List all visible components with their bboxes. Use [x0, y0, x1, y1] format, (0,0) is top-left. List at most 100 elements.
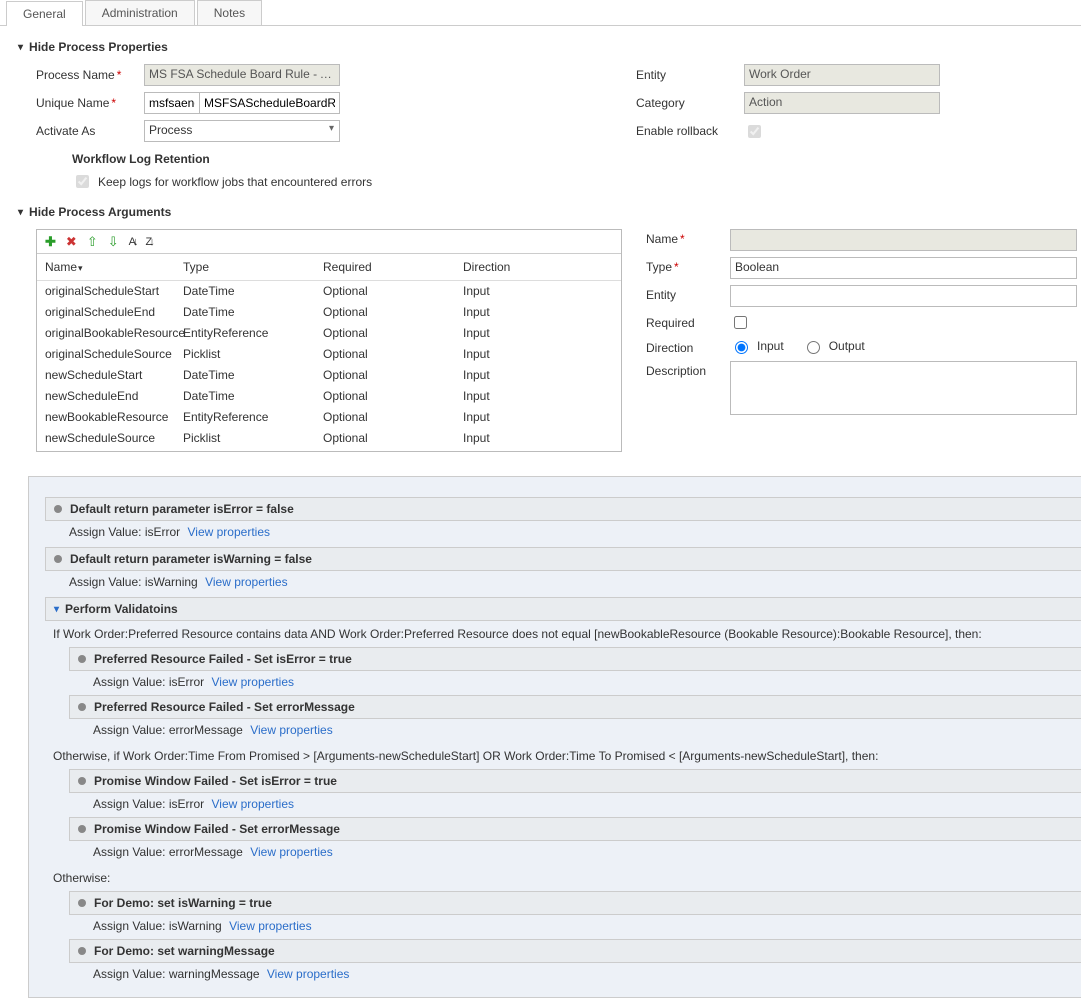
- arguments-grid: ✚ ✖ ⇧ ⇩ A↓ Z↓ Name▾ Type Required Direct…: [36, 229, 622, 452]
- col-header-type[interactable]: Type: [183, 260, 323, 274]
- arg-cell-direction: Input: [463, 325, 613, 342]
- step-title[interactable]: Preferred Resource Failed - Set errorMes…: [69, 695, 1081, 719]
- step-label: For Demo: set isWarning = true: [94, 896, 272, 910]
- tab-notes[interactable]: Notes: [197, 0, 262, 25]
- assign-label: Assign Value: isError: [93, 797, 204, 811]
- tab-administration[interactable]: Administration: [85, 0, 195, 25]
- move-down-icon[interactable]: ⇩: [108, 234, 119, 250]
- sort-desc-icon[interactable]: Z↓: [145, 236, 151, 248]
- unique-name-value[interactable]: [200, 92, 340, 114]
- step-label: Default return parameter isError = false: [70, 502, 294, 516]
- arg-cell-type: Picklist: [183, 346, 323, 363]
- step-title[interactable]: For Demo: set isWarning = true: [69, 891, 1081, 915]
- arg-name-label: Name*: [646, 229, 730, 246]
- arg-required-checkbox[interactable]: [734, 316, 747, 329]
- sort-asc-icon[interactable]: A↓: [129, 236, 136, 248]
- arg-direction-output-radio[interactable]: [807, 341, 820, 354]
- view-properties-link[interactable]: View properties: [250, 845, 333, 859]
- workflow-log-checkbox: [76, 175, 89, 188]
- arg-required-label: Required: [646, 313, 730, 330]
- caret-down-icon: ▾: [54, 604, 59, 615]
- step-title[interactable]: Promise Window Failed - Set isError = tr…: [69, 769, 1081, 793]
- arg-cell-name: originalScheduleEnd: [45, 304, 183, 321]
- arg-direction-label: Direction: [646, 338, 730, 355]
- arg-cell-type: DateTime: [183, 304, 323, 321]
- step-label: Perform Validatoins: [65, 602, 178, 616]
- enable-rollback-label: Enable rollback: [636, 124, 744, 138]
- arg-cell-type: Picklist: [183, 430, 323, 447]
- argument-row[interactable]: originalScheduleSourcePicklistOptionalIn…: [37, 344, 621, 365]
- col-header-required[interactable]: Required: [323, 260, 463, 274]
- col-header-direction[interactable]: Direction: [463, 260, 613, 274]
- delete-icon[interactable]: ✖: [66, 234, 77, 250]
- step-bullet-icon: [54, 505, 62, 513]
- view-properties-link[interactable]: View properties: [188, 525, 271, 539]
- activate-as-label: Activate As: [36, 124, 144, 138]
- view-properties-link[interactable]: View properties: [229, 919, 312, 933]
- arg-description-field[interactable]: [730, 361, 1077, 415]
- arg-type-label: Type*: [646, 257, 730, 274]
- category-field: Action: [744, 92, 940, 114]
- workflow-log-title: Workflow Log Retention: [72, 152, 636, 166]
- move-up-icon[interactable]: ⇧: [87, 234, 98, 250]
- argument-row[interactable]: originalScheduleEndDateTimeOptionalInput: [37, 302, 621, 323]
- view-properties-link[interactable]: View properties: [205, 575, 288, 589]
- arg-name-field: [730, 229, 1077, 251]
- arg-description-label: Description: [646, 361, 730, 378]
- arg-cell-required: Optional: [323, 367, 463, 384]
- arg-cell-type: DateTime: [183, 388, 323, 405]
- activate-as-select[interactable]: Process: [144, 120, 340, 142]
- workflow-steps: Default return parameter isError = false…: [28, 476, 1081, 998]
- view-properties-link[interactable]: View properties: [267, 967, 350, 981]
- argument-row[interactable]: originalBookableResourceEntityReferenceO…: [37, 323, 621, 344]
- argument-row[interactable]: isCreateBooleanOptionalInput: [37, 449, 621, 451]
- toggle-process-properties[interactable]: ▾ Hide Process Properties: [18, 40, 1081, 54]
- step-label: Promise Window Failed - Set isError = tr…: [94, 774, 337, 788]
- step-title[interactable]: Preferred Resource Failed - Set isError …: [69, 647, 1081, 671]
- step-label: Preferred Resource Failed - Set errorMes…: [94, 700, 355, 714]
- argument-row[interactable]: originalScheduleStartDateTimeOptionalInp…: [37, 281, 621, 302]
- arg-cell-direction: Input: [463, 409, 613, 426]
- arg-direction-input-radio[interactable]: [735, 341, 748, 354]
- step-bullet-icon: [78, 899, 86, 907]
- workflow-log-label: Keep logs for workflow jobs that encount…: [98, 175, 372, 189]
- step-title[interactable]: Promise Window Failed - Set errorMessage: [69, 817, 1081, 841]
- step-bullet-icon: [78, 947, 86, 955]
- toggle-process-arguments[interactable]: ▾ Hide Process Arguments: [18, 205, 1081, 219]
- section-title-arguments: Hide Process Arguments: [29, 205, 171, 219]
- arg-cell-name: newScheduleEnd: [45, 388, 183, 405]
- condition-text: If Work Order:Preferred Resource contain…: [45, 621, 1081, 647]
- step-title[interactable]: For Demo: set warningMessage: [69, 939, 1081, 963]
- arg-cell-direction: Input: [463, 388, 613, 405]
- view-properties-link[interactable]: View properties: [212, 797, 295, 811]
- assign-label: Assign Value: errorMessage: [93, 723, 243, 737]
- arg-entity-field[interactable]: [730, 285, 1077, 307]
- argument-row[interactable]: newScheduleStartDateTimeOptionalInput: [37, 365, 621, 386]
- assign-label: Assign Value: isError: [93, 675, 204, 689]
- enable-rollback-checkbox: [748, 125, 761, 138]
- arg-cell-name: newBookableResource: [45, 409, 183, 426]
- view-properties-link[interactable]: View properties: [212, 675, 295, 689]
- arg-type-field[interactable]: Boolean: [730, 257, 1077, 279]
- arg-direction-output-label: Output: [829, 339, 865, 353]
- condition-text: Otherwise:: [45, 865, 1081, 891]
- arg-entity-label: Entity: [646, 285, 730, 302]
- argument-row[interactable]: newBookableResourceEntityReferenceOption…: [37, 407, 621, 428]
- arg-direction-input-label: Input: [757, 339, 784, 353]
- entity-field: Work Order: [744, 64, 940, 86]
- arg-cell-type: EntityReference: [183, 409, 323, 426]
- tab-general[interactable]: General: [6, 1, 83, 26]
- argument-row[interactable]: newScheduleSourcePicklistOptionalInput: [37, 428, 621, 449]
- col-header-name[interactable]: Name▾: [45, 260, 183, 274]
- argument-row[interactable]: newScheduleEndDateTimeOptionalInput: [37, 386, 621, 407]
- step-title[interactable]: Default return parameter isWarning = fal…: [45, 547, 1081, 571]
- step-title[interactable]: ▾ Perform Validatoins: [45, 597, 1081, 621]
- step-title[interactable]: Default return parameter isError = false: [45, 497, 1081, 521]
- arg-cell-direction: Input: [463, 283, 613, 300]
- add-icon[interactable]: ✚: [45, 234, 56, 250]
- arg-cell-required: Optional: [323, 304, 463, 321]
- unique-name-prefix[interactable]: [144, 92, 200, 114]
- step-label: Preferred Resource Failed - Set isError …: [94, 652, 352, 666]
- tab-bar: General Administration Notes: [0, 0, 1081, 26]
- view-properties-link[interactable]: View properties: [250, 723, 333, 737]
